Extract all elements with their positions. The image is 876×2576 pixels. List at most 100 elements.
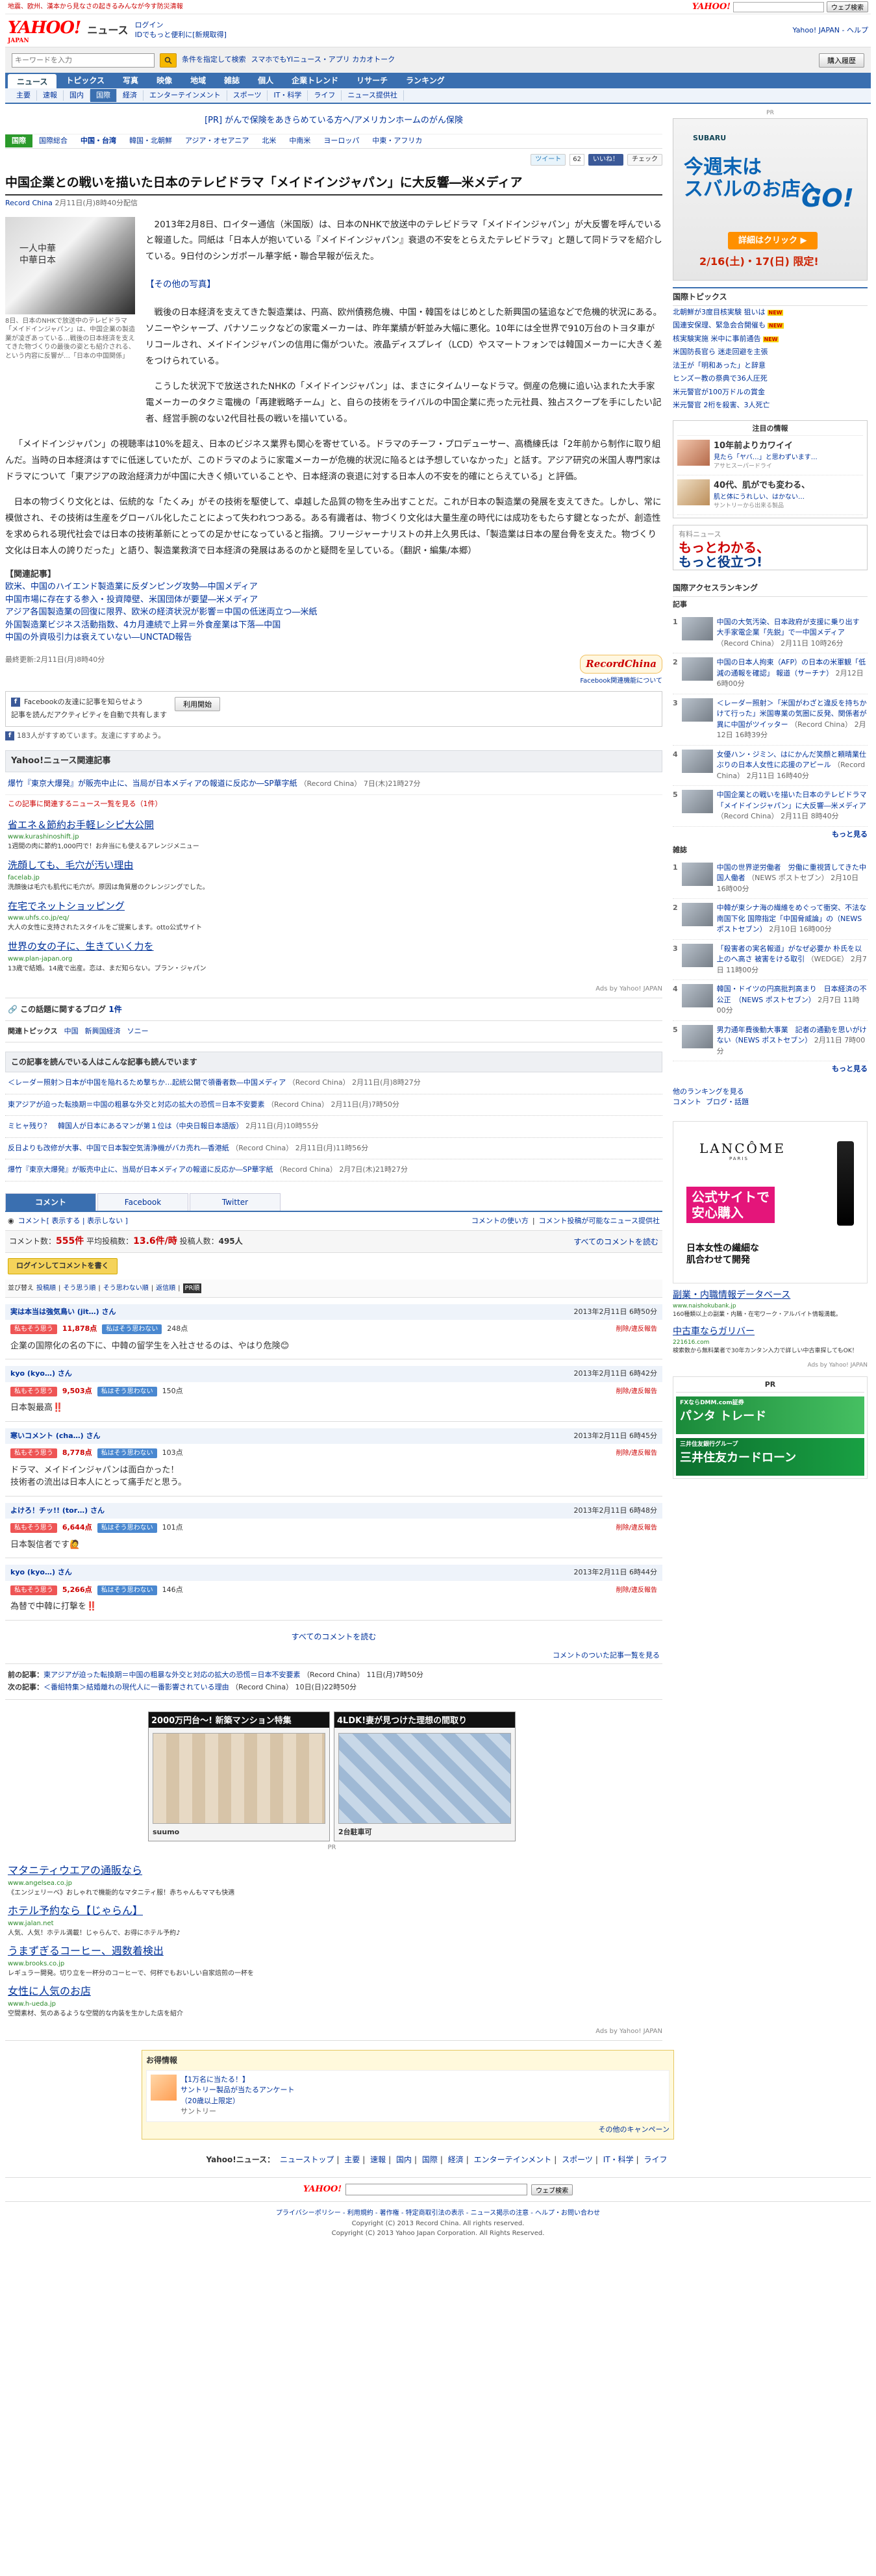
sort-pr[interactable]: PR順 xyxy=(182,1283,202,1293)
comment-user[interactable]: 寒いコメント (cha…) さん xyxy=(10,1431,101,1442)
deals-link-3[interactable]: （20歳以上限定） xyxy=(181,2096,295,2107)
rank-thumb[interactable] xyxy=(681,657,713,681)
sort-reply[interactable]: 返信順 xyxy=(156,1283,175,1293)
prev-article-link[interactable]: 東アジアが迫った転換期＝中国の粗暴な外交と対応の拡大の恐慌＝日本不安要素 xyxy=(44,1671,301,1679)
rank-link[interactable]: 中国企業との戦いを描いた日本のテレビドラマ「メイドインジャパン」に大反響―米メデ… xyxy=(717,790,867,810)
yahoo-logo-small[interactable]: YAHOO! xyxy=(692,1,731,14)
cat-providers[interactable]: ニュース提供社 xyxy=(342,90,404,101)
also-read-link[interactable]: 反日よりも改修が大事、中国で日本製空気清浄機がバカ売れ―香港紙 xyxy=(8,1144,229,1152)
subnav-international[interactable]: 国際 xyxy=(5,134,32,148)
rank-thumb[interactable] xyxy=(681,698,713,722)
ad-headline[interactable]: 中古車ならガリバー xyxy=(673,1325,868,1339)
news-search-input[interactable] xyxy=(12,53,155,68)
sort-post[interactable]: 投稿順 xyxy=(36,1283,56,1293)
ad-item[interactable]: 副業・内職情報データベース www.naishokubank.jp 160種類以上の… xyxy=(673,1289,868,1320)
ad-item[interactable]: 女性に人気のお店 www.h-ueda.jp 空間素材、気のあるような空間的な内装を… xyxy=(8,1984,660,2019)
pr-ad-link[interactable]: がんで保険をあきらめている方へ/アメリカンホームのがん保険 xyxy=(225,116,463,125)
tag-item[interactable]: 新興国経済 xyxy=(85,1026,121,1037)
ad-headline[interactable]: 世界の女の子に、生きていく力を xyxy=(8,939,660,954)
cat-entertainment[interactable]: エンターテインメント xyxy=(144,90,227,101)
ad-item[interactable]: 省エネ＆節約お手軽レシピ大公開 www.kurashinoshift.jp 1週間の… xyxy=(8,818,660,852)
footer-link[interactable]: IT・科学 xyxy=(603,2155,634,2164)
cat-international[interactable]: 国際 xyxy=(90,88,117,103)
ads-label-bottom[interactable]: Ads by Yahoo! JAPAN xyxy=(5,2027,662,2041)
comment-user[interactable]: kyo (kyo…) さん xyxy=(10,1369,72,1380)
ads-label[interactable]: Ads by Yahoo! JAPAN xyxy=(5,984,662,998)
comment-providers-link[interactable]: コメント投稿が可能なニュース提供社 xyxy=(539,1216,660,1227)
fx-banner[interactable]: FXならDMM.com証券 パンタ トレード xyxy=(676,1396,864,1434)
subnav-north-america[interactable]: 北米 xyxy=(255,136,282,147)
ad-item[interactable]: うまずぎるコーヒー、週数着検出 www.brooks.co.jp レギュラー開発。切… xyxy=(8,1943,660,1978)
rank-thumb[interactable] xyxy=(681,943,713,967)
subaru-click-button[interactable]: 詳細はクリック ▶ xyxy=(728,231,818,249)
also-read-link[interactable]: ミヒャ残り？ 韓国人が日本にあるマンが第１位は（中央日報日本語版） xyxy=(8,1122,244,1130)
cat-it-science[interactable]: IT・科学 xyxy=(268,90,308,101)
subnav-middle-east[interactable]: 中東・アフリカ xyxy=(366,136,429,147)
topic-link[interactable]: ヒンズー教の祭典で36人圧死 xyxy=(673,374,768,383)
magazine-more[interactable]: もっと見る xyxy=(673,1061,868,1078)
footer-link[interactable]: 国際 xyxy=(422,2155,438,2164)
tweet-button[interactable]: ツイート xyxy=(531,153,566,166)
comment-user[interactable]: 実は本当は強気鳥い (jit…) さん xyxy=(10,1307,116,1318)
nav-news[interactable]: ニュース xyxy=(8,74,57,88)
tag-item[interactable]: 中国 xyxy=(64,1026,79,1037)
cat-life[interactable]: ライフ xyxy=(308,90,342,101)
footer-link[interactable]: ライフ xyxy=(644,2155,667,2164)
cat-flash[interactable]: 速報 xyxy=(37,90,64,101)
nav-video[interactable]: 映像 xyxy=(147,73,181,88)
related-item[interactable]: 欧米、中国のハイエンド製造業に反ダンピング攻勢―中国メディア xyxy=(5,581,662,594)
footer-link[interactable]: 主要 xyxy=(344,2155,360,2164)
also-read-link[interactable]: 東アジアが迫った転換期＝中国の粗暴な外交と対応の拡大の恐慌＝日本不安要素 xyxy=(8,1100,265,1109)
article-image[interactable]: 一人中華 中華日本 xyxy=(5,216,135,314)
yahoo-related-link[interactable]: 爆竹『東京大爆発』が販売中止に、当局が日本メディアの報道に反応か―SP華字紙 xyxy=(8,779,297,788)
blog-count[interactable]: 1件 xyxy=(108,1005,121,1014)
agree-button[interactable]: 私もそう思う xyxy=(10,1585,57,1595)
related-item[interactable]: 中国市場に存在する参入・投資障壁、米国団体が要望―米メディア xyxy=(5,594,662,607)
tab-comment[interactable]: コメント xyxy=(5,1193,96,1211)
search-button[interactable] xyxy=(160,53,177,68)
deals-thumbnail[interactable] xyxy=(151,2074,177,2101)
sort-disagree[interactable]: そう思わない順 xyxy=(103,1283,149,1293)
ad-headline[interactable]: 女性に人気のお店 xyxy=(8,1984,660,1999)
ad-headline[interactable]: 省エネ＆節約お手軽レシピ大公開 xyxy=(8,818,660,833)
related-list-link[interactable]: この記事に関連するニュース一覧を見る（1件） xyxy=(5,795,662,814)
login-comment-button[interactable]: ログインしてコメントを書く xyxy=(8,1258,118,1274)
topic-link[interactable]: 国連安保理、緊急会合開催も xyxy=(673,321,766,329)
rank-thumb[interactable] xyxy=(681,903,713,926)
sort-agree[interactable]: そう思う順 xyxy=(63,1283,95,1293)
tag-item[interactable]: ソニー xyxy=(127,1026,149,1037)
ad-item[interactable]: マタニティウエアの通販なら www.angelsea.co.jp 《エンジェリーベ》… xyxy=(8,1863,660,1898)
nav-research[interactable]: リサーチ xyxy=(347,73,397,88)
commented-articles-link[interactable]: コメントのついた記事一覧を見る xyxy=(5,1648,662,1665)
disagree-button[interactable]: 私はそう思わない xyxy=(97,1523,157,1534)
top-search-input[interactable] xyxy=(733,1,824,12)
related-item[interactable]: アジア各国製造業の回復に限界、欧米の経済状況が影響＝中国の低迷両立つ―米紙 xyxy=(5,606,662,619)
tab-facebook[interactable]: Facebook xyxy=(97,1193,188,1211)
next-article-link[interactable]: ＜番組特集＞結婚離れの現代人に一番影響されている理由 xyxy=(44,1683,229,1691)
subaru-ad[interactable]: SUBARU 今週末は スバルのお店へ GO! 詳細はクリック ▶ 2/16(土… xyxy=(673,118,868,281)
footer-link[interactable]: エンターテインメント xyxy=(474,2155,552,2164)
ad-headline[interactable]: ホテル予約なら【じゃらん】 xyxy=(8,1903,660,1919)
right-ads-label[interactable]: Ads by Yahoo! JAPAN xyxy=(673,1361,868,1370)
disagree-button[interactable]: 私はそう思わない xyxy=(102,1324,162,1335)
footer-link[interactable]: 経済 xyxy=(448,2155,464,2164)
footer-search-button[interactable]: ウェブ検索 xyxy=(531,2184,573,2195)
report-link[interactable]: 削除/違反報告 xyxy=(616,1523,657,1533)
deals-more-link[interactable]: その他のキャンペーン xyxy=(146,2125,670,2136)
comment-help-link[interactable]: コメントの使い方 xyxy=(471,1216,529,1227)
subnav-korea[interactable]: 韓国・北朝鮮 xyxy=(123,136,179,147)
tab-twitter[interactable]: Twitter xyxy=(190,1193,281,1211)
fb-features-link[interactable]: Facebook関連機能について xyxy=(5,676,662,686)
ranking-more[interactable]: もっと見る xyxy=(673,827,868,843)
facebook-start-button[interactable]: 利用開始 xyxy=(175,696,221,711)
agree-button[interactable]: 私もそう思う xyxy=(10,1448,57,1459)
nav-trend[interactable]: 企業トレンド xyxy=(282,73,347,88)
subnav-general[interactable]: 国際総合 xyxy=(32,136,74,147)
comment-display-toggle[interactable]: コメント[ 表示する | 表示しない ] xyxy=(18,1216,128,1227)
report-link[interactable]: 削除/違反報告 xyxy=(616,1324,657,1334)
agree-button[interactable]: 私もそう思う xyxy=(10,1523,57,1534)
like-button[interactable]: いいね！ xyxy=(588,153,623,166)
related-item[interactable]: 中国の外資吸引力は衰えていない―UNCTAD報告 xyxy=(5,631,662,644)
ad-item[interactable]: 在宅でネットショッピング www.uhfs.co.jp/eq/大人の女性に支持され… xyxy=(8,899,660,933)
disagree-button[interactable]: 私はそう思わない xyxy=(97,1386,157,1396)
